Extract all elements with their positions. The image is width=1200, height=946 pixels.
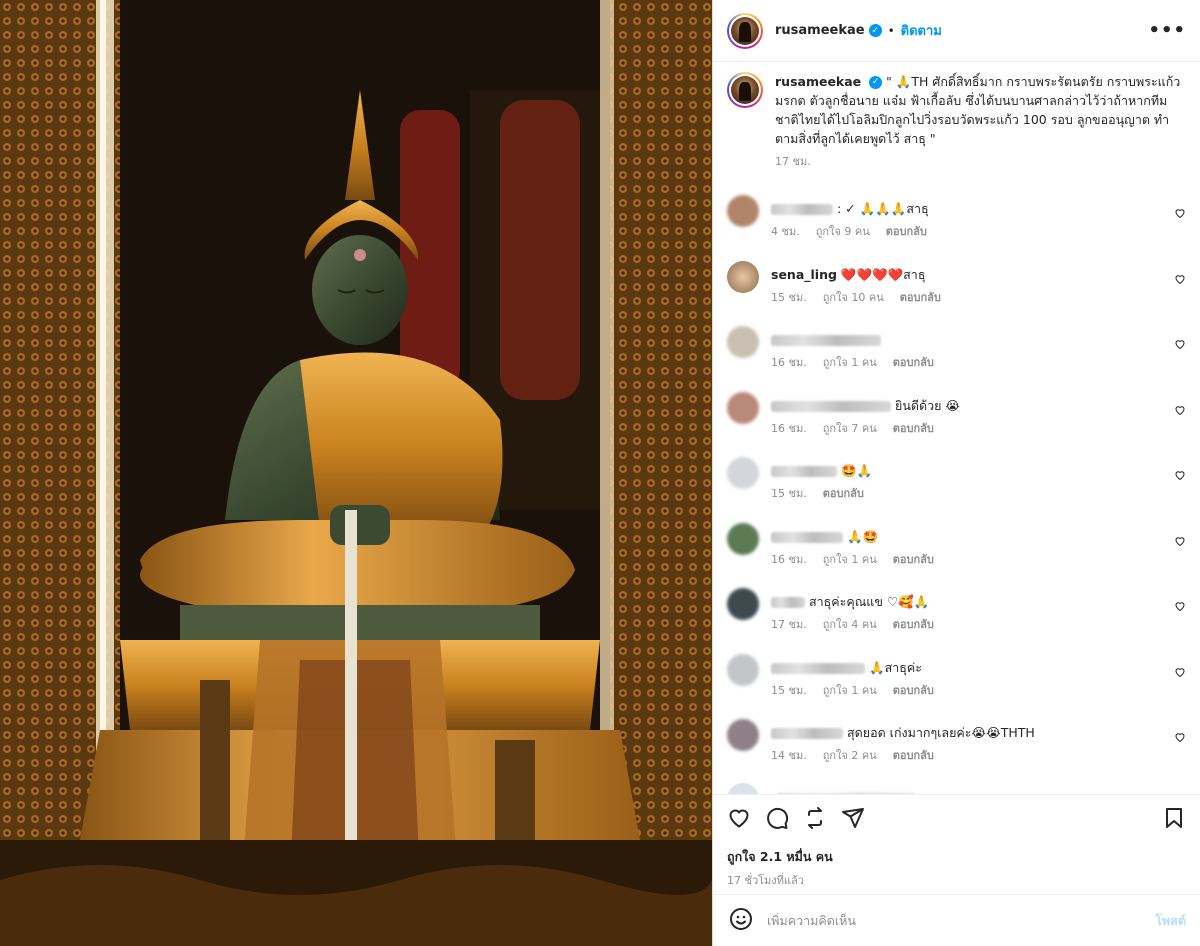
reply-button[interactable]: ตอบกลับ [893, 422, 934, 435]
comment-text: สุดยอด เก่งมากๆเลยค่ะ😭😭THTH [847, 725, 1035, 740]
author-username[interactable]: rusameekae [775, 23, 865, 38]
comment-likes[interactable]: ถูกใจ 9 คน [816, 225, 870, 238]
comment-text: ยินดีด้วย 😭 [895, 397, 961, 413]
blurred-username [771, 597, 805, 608]
comment-row: : ✓ 🙏🙏🙏สาธุ 4 ชม. ถูกใจ 9 คน ตอบกลับ [727, 193, 1186, 259]
comment-time: 15 ชม. [771, 290, 807, 304]
share-paper-plane-icon[interactable] [841, 806, 865, 834]
comment-text: สาธุค่ะคุณแข ♡🥰🙏 [809, 594, 930, 609]
comment-likes[interactable]: ถูกใจ 4 คน [823, 618, 877, 631]
comment-time: 16 ชม. [771, 356, 807, 369]
blurred-username [771, 531, 843, 543]
post-time: 17 ชั่วโมงที่แล้ว [727, 874, 804, 887]
comment-likes[interactable]: ถูกใจ 1 คน [823, 553, 877, 566]
post-image [0, 0, 712, 946]
comment-row: สุดยอด เก่งมากๆเลยค่ะ😭😭THTH 14 ชม. ถูกใจ … [727, 717, 1186, 783]
commenter-avatar[interactable] [727, 195, 759, 227]
reply-button[interactable]: ตอบกลับ [823, 487, 864, 500]
reply-button[interactable]: ตอบกลับ [893, 356, 934, 369]
commenter-avatar[interactable] [727, 588, 759, 620]
caption-username[interactable]: rusameekae [775, 74, 861, 89]
verified-badge-icon: ✓ [868, 24, 882, 37]
comment-text: 🙏สาธุค่ะ [869, 659, 922, 675]
emoji-smiley-icon[interactable] [729, 907, 753, 935]
commenter-avatar[interactable] [727, 326, 759, 358]
commenter-avatar[interactable] [727, 522, 759, 555]
blurred-username [771, 662, 865, 674]
post-comment-button[interactable]: โพสต์ [1155, 911, 1186, 931]
comment-likes[interactable]: ถูกใจ 10 คน [823, 291, 884, 304]
like-comment-heart-icon[interactable] [1174, 731, 1186, 743]
comment-time: 15 ชม. [771, 683, 807, 697]
comment-row: 16 ชม. ถูกใจ 1 คน ตอบกลับ [727, 324, 1186, 390]
like-comment-heart-icon[interactable] [1174, 600, 1186, 612]
reply-button[interactable]: ตอบกลับ [893, 618, 934, 631]
author-avatar[interactable] [727, 12, 763, 49]
like-comment-heart-icon[interactable] [1174, 666, 1186, 678]
post-actions: ถูกใจ 2.1 หมื่น คน 17 ชั่วโมงที่แล้ว [713, 794, 1200, 894]
reply-button[interactable]: ตอบกลับ [886, 225, 927, 238]
repost-icon[interactable] [803, 806, 827, 834]
comment-input[interactable] [767, 913, 1156, 928]
separator-dot: • [887, 23, 895, 38]
commenter-avatar[interactable] [727, 457, 759, 489]
comment-likes[interactable]: ถูกใจ 7 คน [823, 422, 877, 435]
likes-count[interactable]: ถูกใจ 2.1 หมื่น คน [727, 847, 1186, 867]
commenter-avatar[interactable] [727, 391, 759, 424]
comment-text: 🙏🤩 [847, 528, 879, 544]
like-comment-heart-icon[interactable] [1174, 273, 1186, 285]
comment-row: 🙏🤩 16 ชม. ถูกใจ 1 คน ตอบกลับ [727, 521, 1186, 587]
comment-row: 🤩🙏 15 ชม. ตอบกลับ [727, 455, 1186, 521]
comment-time: 16 ชม. [771, 421, 807, 435]
reply-button[interactable]: ตอบกลับ [893, 684, 934, 697]
comment-likes[interactable]: ถูกใจ 1 คน [823, 684, 877, 697]
comment-row: ยินดีด้วย 😭 16 ชม. ถูกใจ 7 คน ตอบกลับ [727, 390, 1186, 456]
comment-time: 16 ชม. [771, 552, 807, 566]
comment-bubble-icon[interactable] [765, 806, 789, 834]
commenter-avatar[interactable] [727, 653, 759, 686]
comment-time: 14 ชม. [771, 749, 807, 762]
emerald-buddha-photo [0, 0, 712, 946]
partially-visible-comment [727, 782, 1186, 794]
caption-time: 17 ชม. [775, 155, 811, 168]
comment-row: 🙏สาธุค่ะ 15 ชม. ถูกใจ 1 คน ตอบกลับ [727, 652, 1186, 718]
commenter-avatar[interactable] [727, 260, 759, 293]
follow-button[interactable]: ติดตาม [901, 20, 942, 41]
like-comment-heart-icon[interactable] [1174, 469, 1186, 481]
comments-scroll-area[interactable]: rusameekae ✓ " 🙏TH ศักดิ์สิทธิ์มาก กราบพ… [713, 62, 1200, 794]
post-caption: rusameekae ✓ " 🙏TH ศักดิ์สิทธิ์มาก กราบพ… [727, 72, 1186, 171]
comment-time: 17 ชม. [771, 618, 807, 631]
blurred-username [771, 335, 881, 346]
post-header: rusameekae ✓ • ติดตาม ••• [713, 0, 1200, 62]
comment-row: sena_ling ❤️❤️❤️❤️สาธุ 15 ชม. ถูกใจ 10 คน ต… [727, 259, 1186, 325]
comment-time: 4 ชม. [771, 225, 800, 238]
bookmark-icon[interactable] [1162, 806, 1186, 834]
comment-row: สาธุค่ะคุณแข ♡🥰🙏 17 ชม. ถูกใจ 4 คน ตอบกลับ [727, 586, 1186, 652]
post-sidebar: rusameekae ✓ • ติดตาม ••• rusameekae ✓ "… [712, 0, 1200, 946]
reply-button[interactable]: ตอบกลับ [893, 749, 934, 762]
commenter-avatar[interactable] [727, 719, 759, 751]
commenter-username[interactable]: sena_ling [771, 267, 837, 282]
comment-likes[interactable]: ถูกใจ 2 คน [823, 749, 877, 762]
add-comment-bar: โพสต์ [713, 894, 1200, 946]
blurred-username [771, 728, 843, 739]
reply-button[interactable]: ตอบกลับ [900, 291, 941, 304]
comment-time: 15 ชม. [771, 487, 807, 500]
blurred-username [771, 466, 837, 477]
verified-badge-icon: ✓ [869, 76, 883, 89]
like-comment-heart-icon[interactable] [1174, 207, 1186, 219]
comment-text: : ✓ 🙏🙏🙏สาธุ [837, 201, 929, 216]
reply-button[interactable]: ตอบกลับ [893, 553, 934, 566]
like-comment-heart-icon[interactable] [1174, 338, 1186, 350]
like-comment-heart-icon[interactable] [1174, 535, 1186, 547]
comment-likes[interactable]: ถูกใจ 1 คน [823, 356, 877, 369]
more-options-icon[interactable]: ••• [1148, 20, 1186, 41]
comment-text: ❤️❤️❤️❤️สาธุ [840, 266, 926, 282]
blurred-username [771, 204, 833, 215]
blurred-username [771, 400, 891, 412]
like-heart-icon[interactable] [727, 806, 751, 834]
like-comment-heart-icon[interactable] [1174, 404, 1186, 416]
caption-author-avatar[interactable] [727, 72, 763, 108]
comment-text: 🤩🙏 [841, 463, 873, 478]
